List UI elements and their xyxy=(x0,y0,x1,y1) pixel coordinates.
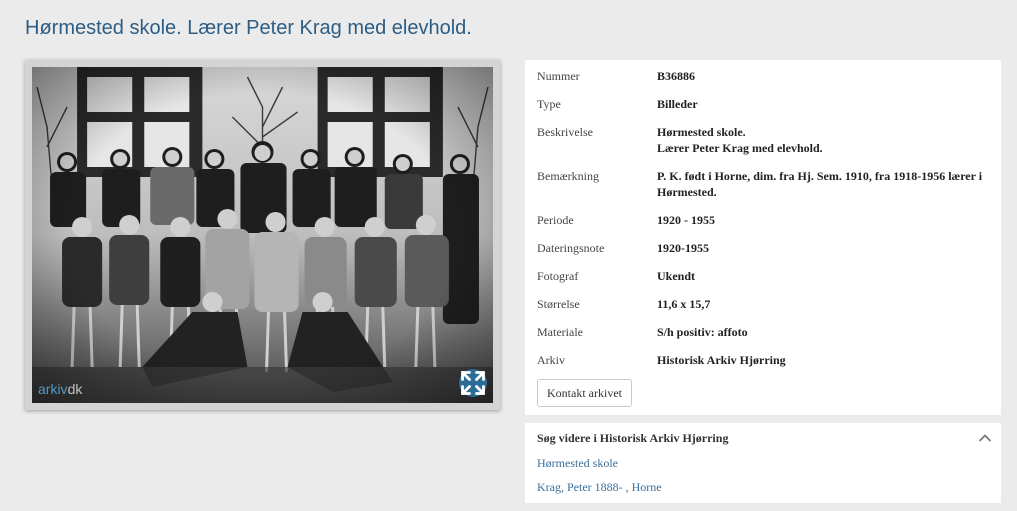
meta-value: Billeder xyxy=(657,97,698,111)
meta-value: S/h positiv: affoto xyxy=(657,325,748,339)
search-link-krag-peter[interactable]: Krag, Peter 1888- , Horne xyxy=(537,480,662,495)
meta-value: Historisk Arkiv Hjørring xyxy=(657,353,786,367)
search-further-panel: Søg videre i Historisk Arkiv Hjørring Hø… xyxy=(525,423,1001,503)
meta-key: Dateringsnote xyxy=(537,241,605,255)
search-link-hoermested-skole[interactable]: Hørmested skole xyxy=(537,456,618,471)
school-photo-image xyxy=(32,67,493,403)
meta-value: 1920-1955 xyxy=(657,241,709,255)
meta-key: Nummer xyxy=(537,69,580,83)
photo-frame: arkivdk xyxy=(25,60,500,410)
expand-icon xyxy=(461,371,485,395)
metadata-panel: Nummer B36886 Type Billeder Beskrivelse … xyxy=(525,60,1001,415)
meta-key: Beskrivelse xyxy=(537,125,593,139)
school-photo[interactable]: arkivdk xyxy=(32,67,493,403)
meta-key: Type xyxy=(537,97,561,111)
search-further-title[interactable]: Søg videre i Historisk Arkiv Hjørring xyxy=(537,431,728,446)
meta-value: B36886 xyxy=(657,69,696,83)
meta-key: Fotograf xyxy=(537,269,579,283)
meta-key: Materiale xyxy=(537,325,583,339)
contact-archive-button[interactable]: Kontakt arkivet xyxy=(537,379,632,407)
chevron-up-icon[interactable] xyxy=(978,431,992,445)
meta-key: Størrelse xyxy=(537,297,580,311)
meta-value: 11,6 x 15,7 xyxy=(657,297,711,311)
meta-value: 1920 - 1955 xyxy=(657,213,715,227)
expand-photo-button[interactable] xyxy=(459,369,487,397)
meta-value: Ukendt xyxy=(657,269,696,283)
meta-value: P. K. født i Horne, dim. fra Hj. Sem. 19… xyxy=(657,169,983,199)
meta-value: Hørmested skole. Lærer Peter Krag med el… xyxy=(657,125,823,155)
meta-key: Arkiv xyxy=(537,353,565,367)
arkiv-dk-watermark: arkivdk xyxy=(38,381,83,397)
meta-key: Bemærkning xyxy=(537,169,599,183)
page-title: Hørmested skole. Lærer Peter Krag med el… xyxy=(25,17,472,39)
meta-key: Periode xyxy=(537,213,574,227)
